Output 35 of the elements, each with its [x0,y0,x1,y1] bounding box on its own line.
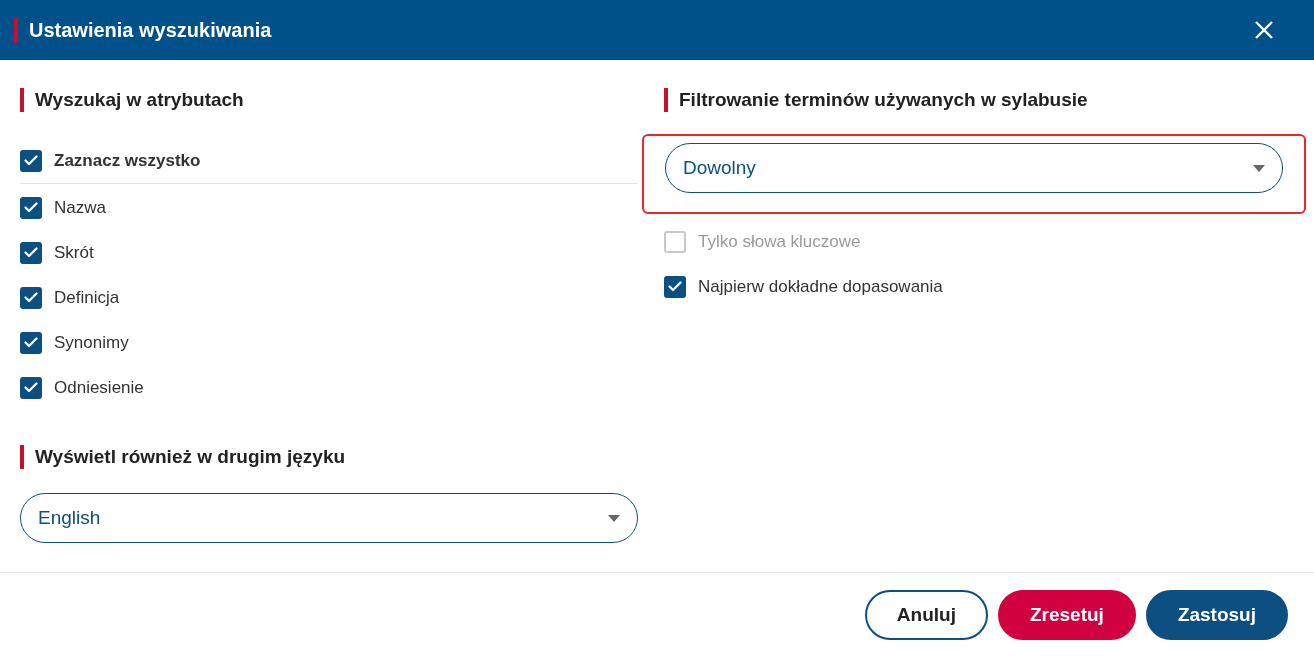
checkmark-icon [24,247,38,258]
dialog-button[interactable]: Anuluj [864,590,988,640]
checkbox-label: Definicja [54,286,120,309]
section-heading: Wyświetl również w drugim języku [20,445,638,469]
checkbox-label: Najpierw dokładne dopasowania [698,275,943,298]
checkbox-label: Synonimy [54,331,129,354]
checkbox-label: Nazwa [54,196,106,219]
checkmark-icon [24,292,38,303]
section-heading: Filtrowanie terminów używanych w sylabusie [664,88,1284,112]
checkbox-label: Odniesienie [54,376,144,399]
close-button[interactable] [1254,20,1274,40]
checkbox-label: Skrót [54,241,94,264]
checkbox-label: Zaznacz wszystko [54,149,201,172]
checkbox-label: Tylko słowa kluczowe [698,230,861,253]
dropdown[interactable]: English [20,493,638,543]
checkmark-icon [668,281,682,292]
checkmark-icon [24,337,38,348]
dialog-button[interactable]: Zresetuj [997,590,1136,640]
checkbox[interactable] [664,275,686,298]
checkbox[interactable] [20,376,42,399]
checkbox[interactable] [20,286,42,309]
checkbox[interactable] [20,196,42,219]
dialog-button[interactable]: Zastosuj [1145,590,1288,640]
checkbox[interactable] [20,149,42,172]
section-heading: Wyszukaj w atrybutach [20,88,638,112]
caret-icon [1253,164,1265,172]
dropdown[interactable]: Dowolny [665,143,1283,193]
checkmark-icon [24,155,38,166]
dialog-title: Ustawienia wyszukiwania [14,17,272,43]
checkmark-icon [24,202,38,213]
caret-icon [608,514,620,522]
checkbox[interactable] [20,241,42,264]
close-icon [1254,20,1274,40]
checkbox[interactable] [20,331,42,354]
checkmark-icon [24,382,38,393]
